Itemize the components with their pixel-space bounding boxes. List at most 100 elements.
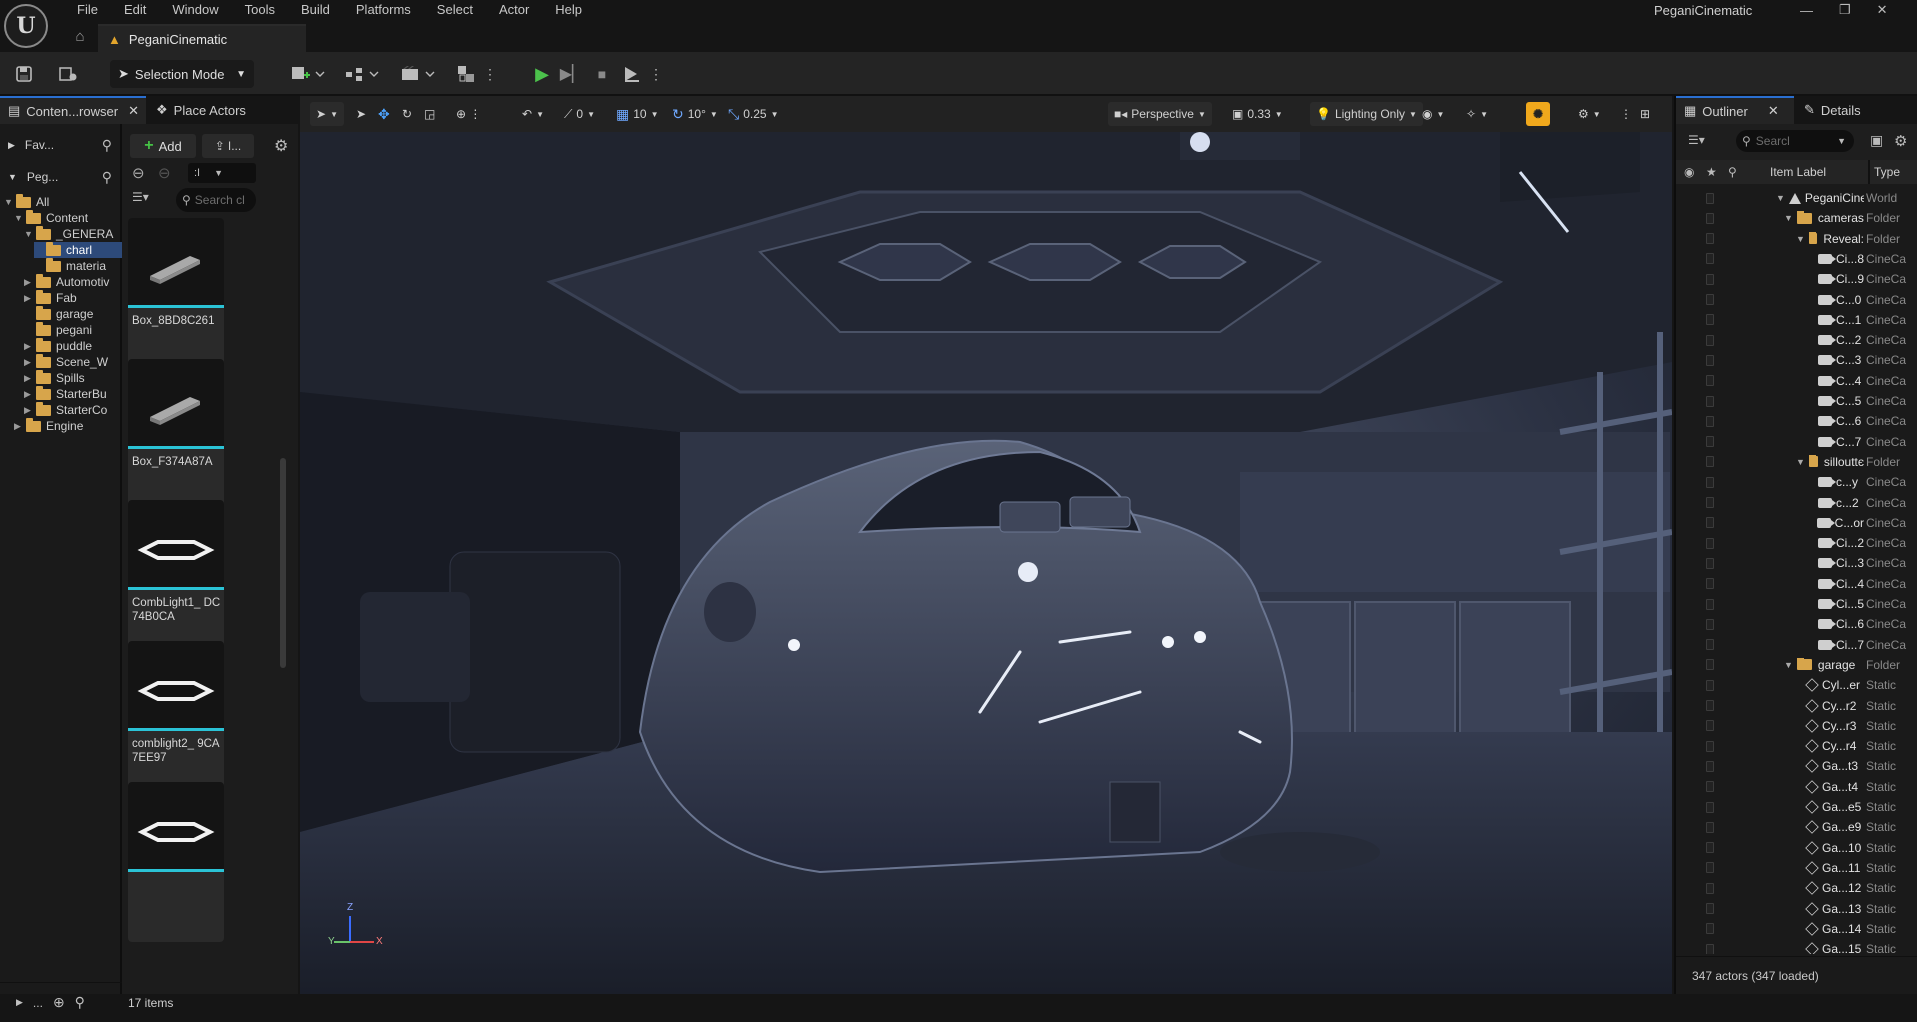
visibility-toggle[interactable] bbox=[1706, 314, 1714, 326]
visibility-toggle[interactable] bbox=[1706, 862, 1714, 874]
angle-snap-dropdown[interactable]: ↻ 10° ▼ bbox=[672, 102, 718, 126]
outliner-row[interactable]: Ci...5 CineCa bbox=[1676, 594, 1917, 614]
asset-search-input[interactable]: ⚲ Search cl bbox=[176, 188, 256, 212]
outliner-row[interactable]: c...y CineCa bbox=[1676, 472, 1917, 492]
play-icon[interactable]: ▶ bbox=[530, 62, 554, 86]
visibility-toggle[interactable] bbox=[1706, 659, 1714, 671]
visibility-toggle[interactable] bbox=[1706, 903, 1714, 914]
add-folder-icon[interactable]: ⊕ bbox=[53, 994, 65, 1011]
chevron-right-icon[interactable]: ▶ bbox=[24, 389, 33, 400]
add-folder-icon[interactable]: ▣ bbox=[1870, 132, 1883, 149]
search-icon[interactable]: ⚲ bbox=[102, 169, 112, 186]
folder-tree-item[interactable]: ▶ Spills bbox=[24, 370, 122, 386]
visibility-toggle[interactable] bbox=[1706, 192, 1714, 204]
outliner-row[interactable]: Cy...r2 Static bbox=[1676, 696, 1917, 716]
favorites-header[interactable]: ▶ Fav... ⚲ bbox=[8, 132, 118, 158]
chevron-right-icon[interactable]: ▶ bbox=[24, 293, 33, 304]
play-options-icon[interactable]: ⋮ bbox=[649, 62, 663, 86]
folder-tree-item[interactable]: ▶ puddle bbox=[24, 338, 122, 354]
grid-snap-dropdown[interactable]: ▦ 10 ▼ bbox=[616, 102, 659, 126]
search-icon[interactable]: ⚲ bbox=[75, 994, 85, 1011]
project-settings-icon[interactable] bbox=[454, 62, 478, 86]
column-type[interactable]: Type bbox=[1874, 165, 1900, 179]
asset-tile[interactable]: CombLight1_ DC74B0CAStatic Mesh bbox=[128, 500, 224, 660]
folder-tree-item[interactable]: ▶ Engine bbox=[14, 418, 122, 434]
chevron-down-icon[interactable]: ▼ bbox=[1796, 457, 1805, 467]
chevron-right-icon[interactable]: ▶ bbox=[24, 277, 33, 288]
chevron-down-icon[interactable]: ▼ bbox=[1776, 193, 1785, 203]
outliner-row[interactable]: Ci...2 CineCa bbox=[1676, 533, 1917, 553]
outliner-row[interactable]: C...4 CineCa bbox=[1676, 371, 1917, 391]
camera-speed-dropdown[interactable]: ▣ 0.33 ▼ bbox=[1232, 102, 1283, 126]
eye-icon[interactable]: ◉ bbox=[1684, 165, 1694, 179]
cinematic-preview-icon[interactable]: ✺ bbox=[1526, 102, 1550, 126]
viewport-more-icon[interactable]: ⋮ bbox=[1620, 102, 1632, 126]
visibility-toggle[interactable] bbox=[1706, 598, 1714, 610]
viewport-settings-dropdown[interactable]: ⚙ ▼ bbox=[1578, 102, 1601, 126]
folder-tree-item[interactable]: pegani bbox=[24, 322, 122, 338]
outliner-row[interactable]: C...0 CineCa bbox=[1676, 290, 1917, 310]
viewport-scene[interactable] bbox=[300, 132, 1672, 994]
scale-snap-dropdown[interactable]: ⤡ 0.25 ▼ bbox=[728, 102, 778, 126]
outliner-row[interactable]: C...6 CineCa bbox=[1676, 411, 1917, 431]
filter-icon[interactable]: ☰▾ bbox=[1688, 133, 1705, 147]
folder-tree-item[interactable]: ▶ Scene_W bbox=[24, 354, 122, 370]
folder-tree-item[interactable]: ▼ All bbox=[4, 194, 122, 210]
path-dropdown[interactable]: :I ▼ bbox=[188, 163, 256, 183]
outliner-row[interactable]: C...5 CineCa bbox=[1676, 391, 1917, 411]
save-icon[interactable] bbox=[12, 62, 36, 86]
visibility-toggle[interactable] bbox=[1706, 760, 1714, 772]
gear-icon[interactable]: ⚙ bbox=[274, 136, 288, 156]
visibility-toggle[interactable] bbox=[1706, 781, 1714, 793]
outliner-row[interactable]: Cy...r3 Static bbox=[1676, 716, 1917, 736]
chevron-down-icon[interactable]: ▼ bbox=[1796, 234, 1805, 244]
visibility-toggle[interactable] bbox=[1706, 476, 1714, 488]
visibility-toggle[interactable] bbox=[1706, 882, 1714, 894]
step-icon[interactable]: ▶▏ bbox=[560, 62, 585, 86]
visibility-toggle[interactable] bbox=[1706, 923, 1714, 935]
chevron-down-icon[interactable]: ▼ bbox=[4, 197, 13, 207]
visibility-toggle[interactable] bbox=[1706, 618, 1714, 630]
home-icon[interactable]: ⌂ bbox=[70, 28, 90, 48]
outliner-row[interactable]: Ga...t3 Static bbox=[1676, 756, 1917, 776]
back-icon[interactable]: ⊖ bbox=[132, 164, 145, 182]
visibility-toggle[interactable] bbox=[1706, 395, 1714, 407]
visibility-toggle[interactable] bbox=[1706, 842, 1714, 854]
menu-help[interactable]: Help bbox=[542, 0, 595, 20]
folder-tree-item[interactable]: charl bbox=[34, 242, 122, 258]
outliner-row[interactable]: C...or CineCa bbox=[1676, 513, 1917, 533]
visibility-toggle[interactable] bbox=[1706, 436, 1714, 448]
select-mode-dropdown[interactable]: ➤ ▼ bbox=[310, 102, 344, 126]
close-tab-icon[interactable]: ✕ bbox=[1768, 103, 1779, 119]
folder-tree-item[interactable]: materia bbox=[34, 258, 122, 274]
blueprint-icon[interactable] bbox=[342, 62, 382, 86]
menu-window[interactable]: Window bbox=[159, 0, 231, 20]
folder-tree-item[interactable]: ▶ StarterCo bbox=[24, 402, 122, 418]
visibility-toggle[interactable] bbox=[1706, 740, 1714, 752]
close-window-icon[interactable]: ✕ bbox=[1877, 2, 1888, 18]
visibility-toggle[interactable] bbox=[1706, 720, 1714, 732]
asset-tile[interactable]: Box_8BD8C261Static Mesh bbox=[128, 218, 224, 378]
view-mode-dropdown[interactable]: 💡 Lighting Only ▼ bbox=[1310, 102, 1423, 126]
add-actor-icon[interactable] bbox=[288, 62, 328, 86]
folder-tree-item[interactable]: garage bbox=[24, 306, 122, 322]
visibility-toggle[interactable] bbox=[1706, 537, 1714, 549]
outliner-row[interactable]: ▼ sillouttє Folder bbox=[1676, 452, 1917, 472]
asset-scrollbar[interactable] bbox=[280, 458, 286, 668]
outliner-row[interactable]: ▼ cameras Folder bbox=[1676, 208, 1917, 228]
menu-platforms[interactable]: Platforms bbox=[343, 0, 424, 20]
level-viewport[interactable]: ➤ ▼ ➤ ✥ ↻ ◲ ⊕ ⋮ ↶ ▼ ⟋ 0 ▼ ▦ 10 ▼ ↻ 10° ▼ ⤡ 0.25 ▼ … bbox=[300, 96, 1672, 994]
visibility-toggle[interactable] bbox=[1706, 943, 1714, 954]
outliner-row[interactable]: C...7 CineCa bbox=[1676, 432, 1917, 452]
menu-tools[interactable]: Tools bbox=[232, 0, 288, 20]
tab-content-browser[interactable]: ▤ Conten...rowser ✕ bbox=[0, 96, 146, 124]
outliner-search-input[interactable]: ⚲ Searcl ▼ bbox=[1736, 130, 1854, 152]
project-header[interactable]: ▼ Peg... ⚲ bbox=[8, 164, 118, 190]
folder-tree-item[interactable]: ▶ Fab bbox=[24, 290, 122, 306]
unreal-logo-icon[interactable]: U bbox=[4, 4, 48, 48]
outliner-row[interactable]: Ga...10 Static bbox=[1676, 838, 1917, 858]
forward-icon[interactable]: ⊖ bbox=[158, 164, 171, 182]
visibility-toggle[interactable] bbox=[1706, 456, 1714, 468]
outliner-row[interactable]: Ci...4 CineCa bbox=[1676, 574, 1917, 594]
visibility-toggle[interactable] bbox=[1706, 212, 1714, 224]
